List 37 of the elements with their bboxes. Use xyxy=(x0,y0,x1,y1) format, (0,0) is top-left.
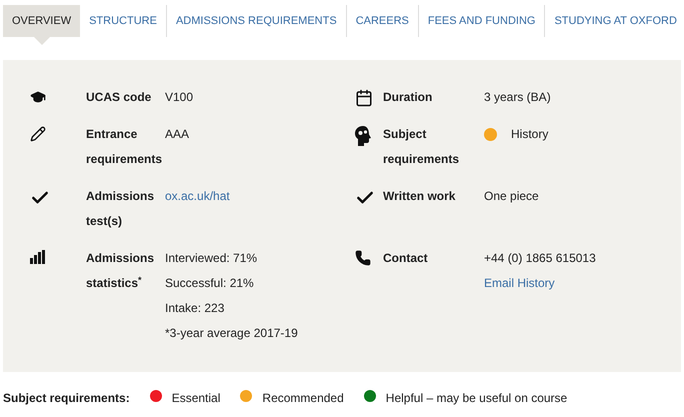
nav-tab[interactable]: FEES AND FUNDING xyxy=(418,5,544,37)
detail-link[interactable]: Email History xyxy=(484,271,555,296)
pencil-icon xyxy=(30,126,46,142)
tab-pointer xyxy=(34,37,50,45)
legend-label: Essential xyxy=(172,390,220,407)
detail-value: +44 (0) 1865 615013 xyxy=(484,250,596,267)
detail-label: Subject requirements xyxy=(383,126,460,168)
detail-value: Interviewed: 71% xyxy=(165,250,258,267)
phone-icon xyxy=(355,250,371,266)
legend-label: Recommended xyxy=(262,390,344,407)
graduation-cap-icon xyxy=(30,89,46,105)
detail-value: History xyxy=(511,126,548,143)
detail-label: UCAS code xyxy=(86,89,152,106)
head-gears-icon xyxy=(355,126,371,146)
signal-bars-icon xyxy=(30,250,45,264)
detail-value: Intake: 223 xyxy=(165,300,226,317)
nav-tab[interactable]: STRUCTURE xyxy=(80,5,166,37)
nav-tab[interactable]: STUDYING AT OXFORD xyxy=(545,5,684,37)
detail-value: V100 xyxy=(165,89,194,106)
detail-link[interactable]: ox.ac.uk/hat xyxy=(165,184,230,209)
detail-value: 3 years (BA) xyxy=(484,89,551,106)
detail-label: Admissions test(s) xyxy=(86,188,156,230)
detail-label: Duration xyxy=(383,89,434,106)
nav-tab[interactable]: OVERVIEW xyxy=(3,5,80,37)
nav-tab[interactable]: ADMISSIONS REQUIREMENTS xyxy=(166,5,346,37)
nav-tab[interactable]: CAREERS xyxy=(346,5,418,37)
legend-label: Helpful – may be useful on course xyxy=(386,390,568,407)
detail-label: Contact xyxy=(383,250,429,267)
legend-title: Subject requirements: xyxy=(3,390,130,407)
calendar-icon xyxy=(355,89,373,107)
detail-label: Written work xyxy=(383,188,456,205)
detail-value: Successful: 21% xyxy=(165,275,255,292)
detail-value: One piece xyxy=(484,188,539,205)
detail-value: AAA xyxy=(165,126,190,143)
detail-label: Entrance requirements xyxy=(86,126,164,168)
footnote: *3-year average 2017-19 xyxy=(165,325,298,342)
detail-label: Admissions statistics$^{*}$ xyxy=(86,250,156,292)
